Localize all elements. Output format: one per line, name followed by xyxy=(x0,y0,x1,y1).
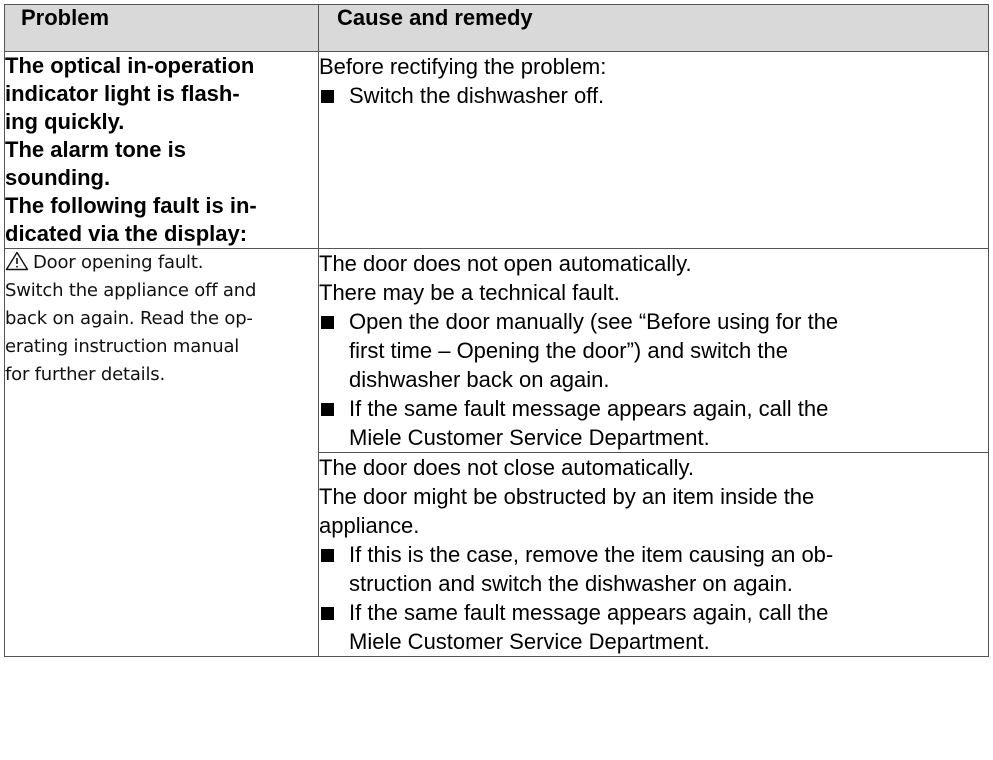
cause-line: appliance. xyxy=(319,513,420,538)
bullet-square-icon xyxy=(321,403,334,416)
problem-line: The following fault is in- xyxy=(5,193,257,218)
troubleshooting-table: Problem Cause and remedy The optical in-… xyxy=(4,4,989,657)
bullet-square-icon xyxy=(321,549,334,562)
bullet-item: If the same fault message appears again,… xyxy=(319,598,988,656)
cause-cell: The door does not open automatically. Th… xyxy=(318,248,989,453)
cause-line: The door might be obstructed by an item … xyxy=(319,484,815,509)
cause-intro: Before rectifying the problem: xyxy=(319,54,607,79)
problem-column-header: Problem xyxy=(4,4,319,52)
bullet-item: Open the door manually (see “Before usin… xyxy=(319,307,988,394)
bullet-item: Switch the dishwasher off. xyxy=(319,81,988,110)
display-line: Switch the appliance off and xyxy=(5,280,257,301)
cause-line: There may be a technical fault. xyxy=(319,280,620,305)
bullet-text: Miele Customer Service Department. xyxy=(349,629,710,654)
bullet-square-icon xyxy=(321,90,334,103)
cause-column-header: Cause and remedy xyxy=(318,4,989,52)
problem-line: ing quickly. xyxy=(5,109,125,134)
bullet-text: If this is the case, remove the item cau… xyxy=(349,542,834,567)
display-line: erating instruction manual xyxy=(5,336,240,357)
bullet-text: first time – Opening the door”) and swit… xyxy=(349,338,788,363)
bullet-text: Open the door manually (see “Before usin… xyxy=(349,309,839,334)
problem-line: dicated via the display: xyxy=(5,221,248,246)
problem-line: sounding. xyxy=(5,165,111,190)
cause-cell: The door does not close automatically. T… xyxy=(318,452,989,657)
display-message-cell: Door opening fault. Switch the appliance… xyxy=(4,248,319,657)
display-line: back on again. Read the op- xyxy=(5,308,253,329)
bullet-text: Miele Customer Service Department. xyxy=(349,425,710,450)
cause-line: The door does not close automatically. xyxy=(319,455,695,480)
problem-cell: The optical in-operation indicator light… xyxy=(4,51,319,249)
display-line: Door opening fault. xyxy=(5,249,318,277)
problem-line: The alarm tone is xyxy=(5,137,186,162)
display-text: Door opening fault. xyxy=(33,252,204,273)
cause-line: The door does not open automatically. xyxy=(319,251,692,276)
bullet-text: Switch the dishwasher off. xyxy=(349,83,605,108)
display-line: for further details. xyxy=(5,364,165,385)
cause-cell: Before rectifying the problem: Switch th… xyxy=(318,51,989,249)
bullet-item: If the same fault message appears again,… xyxy=(319,394,988,452)
bullet-square-icon xyxy=(321,316,334,329)
bullet-text: If the same fault message appears again,… xyxy=(349,600,829,625)
table-header-row: Problem Cause and remedy xyxy=(4,4,989,52)
bullet-square-icon xyxy=(321,607,334,620)
bullet-text: If the same fault message appears again,… xyxy=(349,396,829,421)
warning-triangle-icon xyxy=(5,251,29,271)
bullet-text: struction and switch the dishwasher on a… xyxy=(349,571,793,596)
table-row: Door opening fault. Switch the appliance… xyxy=(4,248,989,657)
problem-line: indicator light is flash- xyxy=(5,81,240,106)
bullet-item: If this is the case, remove the item cau… xyxy=(319,540,988,598)
problem-line: The optical in-operation xyxy=(5,53,255,78)
bullet-text: dishwasher back on again. xyxy=(349,367,610,392)
table-row: The optical in-operation indicator light… xyxy=(4,51,989,249)
